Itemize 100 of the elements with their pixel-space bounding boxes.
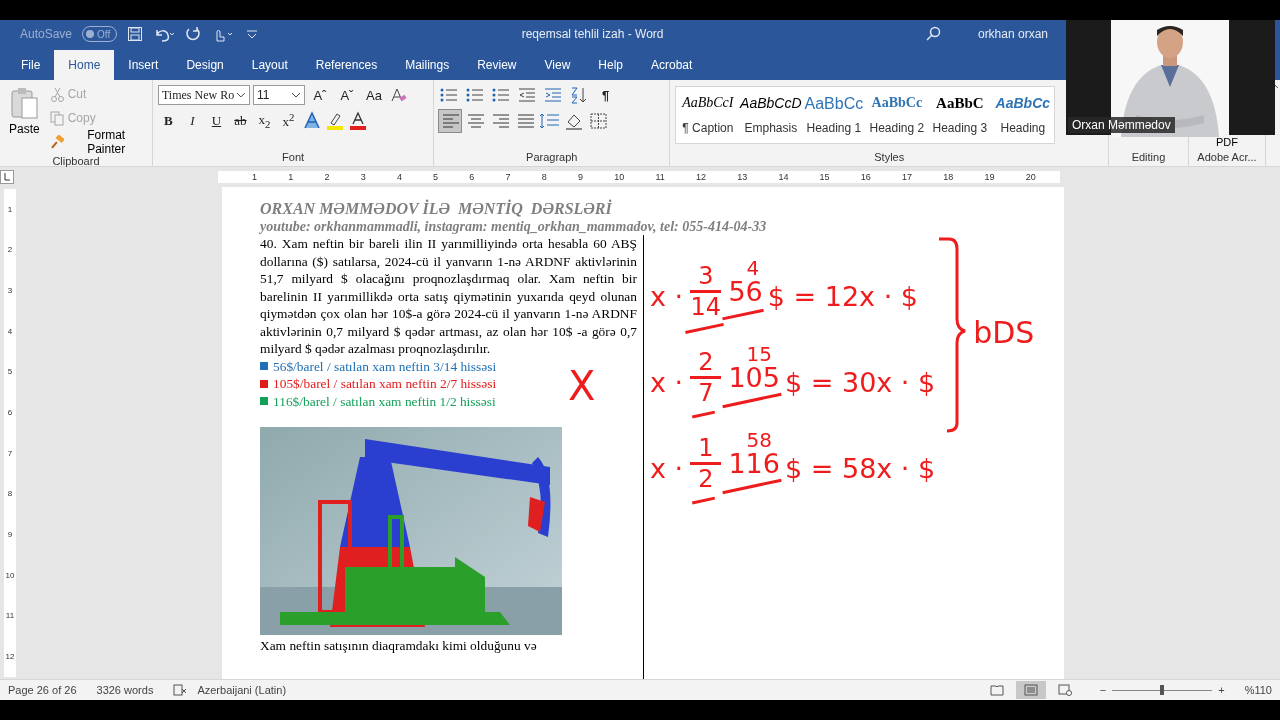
ribbon-tab[interactable]: View <box>530 50 585 80</box>
ruler-number: 4 <box>395 172 403 182</box>
increase-indent-icon[interactable] <box>543 86 564 104</box>
ruler-number: 7 <box>7 448 13 458</box>
style-option[interactable]: AaBbCc Heading 1 <box>802 87 866 143</box>
clear-format-icon[interactable] <box>388 86 407 104</box>
search-icon[interactable] <box>925 26 942 42</box>
zoom-in-button[interactable]: + <box>1218 684 1225 696</box>
ruler-number: 9 <box>576 172 584 182</box>
ruler-number: 2 <box>323 172 331 182</box>
clipboard-tool[interactable]: Format Painter <box>47 132 147 152</box>
header-contacts: youtube: orkhanmammadli, instagram: mentiq_orkhan_mammadov, tel: 055-414-04-33 <box>260 218 768 235</box>
ruler-number: 13 <box>736 172 749 182</box>
ribbon-tab[interactable]: Home <box>54 50 115 80</box>
format-button[interactable]: ab <box>229 110 251 132</box>
legend-text: 56$/barel / satılan xam neftin 3/14 hissəsi <box>273 357 497 375</box>
format-button[interactable]: x$^{2}$ <box>277 110 299 132</box>
style-option[interactable]: AaBbCcI ¶ Caption <box>676 87 740 143</box>
multilevel-list-icon[interactable] <box>491 86 512 104</box>
brush-icon <box>49 134 65 150</box>
ruler-number: 6 <box>468 172 476 182</box>
ruler-number: 1 <box>251 172 258 182</box>
numbering-icon[interactable] <box>465 86 486 104</box>
text-effects-icon[interactable] <box>301 111 322 131</box>
handwritten-mark: X <box>568 363 596 409</box>
autosave-label: AutoSave <box>20 27 73 41</box>
format-button[interactable]: U <box>205 110 227 132</box>
group-label: Clipboard <box>51 154 101 169</box>
page-count[interactable]: Page 26 of 26 <box>8 684 77 696</box>
book-icon <box>989 684 1004 696</box>
bullets-icon[interactable] <box>439 86 460 104</box>
style-option[interactable]: AaBbC Heading 3 <box>928 87 992 143</box>
dropdown-icon <box>236 92 246 98</box>
dropdown-icon <box>290 92 301 98</box>
redo-icon[interactable] <box>185 26 202 42</box>
ribbon-tab[interactable]: Mailings <box>391 50 464 80</box>
copy-icon <box>49 110 65 126</box>
header-title: ORXAN MƏMMƏDOV İLƏ MƏNTİQ DƏRSLƏRİ <box>260 199 613 218</box>
group-label: Styles <box>873 150 906 165</box>
zoom-out-button[interactable]: − <box>1099 684 1107 696</box>
ribbon-tab[interactable]: Insert <box>114 50 173 80</box>
page-icon <box>1023 684 1038 696</box>
group-label: Editing <box>1130 150 1167 165</box>
horizontal-ruler[interactable]: 1 1 2 3 4 5 6 7 8 9 10 11 12 13 14 15 16 17 18 19 20 <box>218 171 1060 183</box>
ruler-number: 10 <box>613 172 626 182</box>
ribbon-tab[interactable]: Acrobat <box>637 50 707 80</box>
zoom-level[interactable]: %110 <box>1244 684 1272 696</box>
customize-icon[interactable] <box>245 27 260 41</box>
style-option[interactable]: AaBbCc Heading 2 <box>865 87 929 143</box>
ribbon-tab[interactable]: References <box>301 50 392 80</box>
ruler-number: 11 <box>5 611 15 621</box>
style-option[interactable]: AaBbCcD Emphasis <box>739 87 803 143</box>
font-tool-button[interactable]: Aˇ <box>334 84 359 106</box>
ruler-number: 1 <box>287 172 295 182</box>
format-button[interactable]: I <box>181 110 203 132</box>
paste-button[interactable]: Paste <box>5 84 44 152</box>
create-pdf-button[interactable]: PDF <box>1214 137 1240 148</box>
ribbon-tab[interactable]: Design <box>172 50 238 80</box>
ruler-number: 8 <box>540 172 548 182</box>
globe-page-icon <box>1057 684 1072 696</box>
ruler-number: 14 <box>777 172 790 182</box>
style-option[interactable]: AaBbCc Heading <box>991 87 1055 143</box>
paragraph-text: Xam neftin satışının diaqramdakı kimi olduğunu və <box>260 637 538 655</box>
font-tool-button[interactable]: Aa <box>361 84 386 106</box>
ribbon-tab[interactable]: Help <box>584 50 637 80</box>
format-button[interactable]: B <box>157 110 179 132</box>
legend-text: 105$/barel / satılan xam neftin 2/7 hissəsi <box>273 375 497 393</box>
save-icon[interactable] <box>127 26 144 42</box>
ruler-number: 17 <box>901 172 914 182</box>
ruler-number: 15 <box>818 172 831 182</box>
question-text: 40. Xam neftin bir bareli ilin II yarımilliyində orta hesabla 60 ABŞ dollarına ($) satılarsa, 2024-cü il yanvarın 1-nə ARDNF aktivlərinin 51,7 milyard $ olacağını proqnozlaşdırmaq olar. Xam neftin bir barelinin II yarımillikdə orta satış qiymətinin yuxarıda qeyd olunan qiymətdən çox olan hər 10$-a görə 2024-cü il yanvarın 1-nə ARDNF aktivlərinin 0,7 milyard $ qədər artması, az olan hər 10$ -a görə 0,7 milyard $ qədər azalması proqnozlaşdırılır. <box>260 235 637 358</box>
font-tool-button[interactable]: Aˆ <box>307 84 332 106</box>
font-size-field[interactable]: 11 <box>252 85 305 105</box>
decrease-indent-icon[interactable] <box>517 86 538 104</box>
show-marks-button[interactable]: ¶ <box>595 84 617 106</box>
highlighter-icon[interactable] <box>324 111 345 131</box>
handwritten-note: bDS <box>973 315 1035 350</box>
group-label: Paragraph <box>525 150 579 165</box>
ruler-number: 19 <box>983 172 996 182</box>
ruler-number: 3 <box>7 286 13 296</box>
tab-stop-icon[interactable] <box>0 170 14 184</box>
ruler-number: 12 <box>5 652 15 662</box>
ruler-number: 7 <box>504 172 512 182</box>
font-color-icon[interactable] <box>347 111 368 131</box>
format-button[interactable]: x$_{2}$ <box>253 110 275 132</box>
legend-text: 116$/barel / satılan xam neftin 1/2 hissəsi <box>273 392 496 410</box>
word-count[interactable]: 3326 words <box>96 684 154 696</box>
user-name[interactable]: orkhan orxan <box>977 27 1048 41</box>
ribbon-tab[interactable]: File <box>7 50 55 80</box>
language-label[interactable]: Azerbaijani (Latin) <box>197 684 287 696</box>
font-name-field[interactable]: Times New Ro <box>157 85 250 105</box>
participant-name: Orxan Məmmədov <box>1068 117 1175 133</box>
ribbon-tab[interactable]: Layout <box>237 50 302 80</box>
vertical-ruler[interactable]: 1 2 3 4 5 6 7 8 9 10 11 12 <box>4 189 16 677</box>
ribbon-tab[interactable]: Review <box>463 50 531 80</box>
ruler-number: 11 <box>654 172 666 182</box>
ruler-number: 3 <box>359 172 367 182</box>
print-view-button[interactable] <box>1015 681 1046 699</box>
ruler-number: 2 <box>7 245 13 255</box>
proofing-icon[interactable] <box>173 683 188 697</box>
